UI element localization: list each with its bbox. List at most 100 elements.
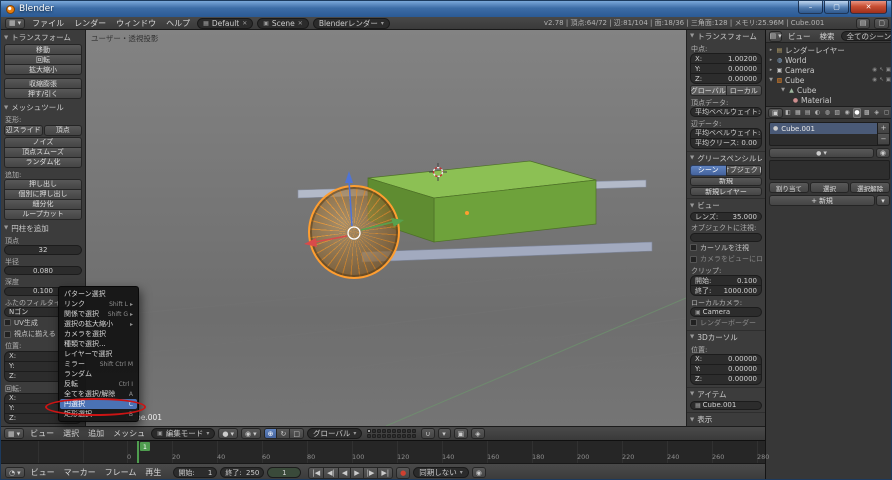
tab-particles[interactable]: ◈ — [872, 108, 881, 118]
lock-camera-to-view-checkbox[interactable]: カメラをビューにロ.. — [690, 254, 762, 264]
tab-render[interactable]: ◧ — [784, 108, 793, 118]
menu-item-select-by-type[interactable]: 種類で選択... — [60, 339, 137, 349]
lock-to-cursor-checkbox[interactable]: カーソルを注視 — [690, 243, 762, 253]
local-button[interactable]: ローカル — [726, 85, 763, 96]
editor-type-icon[interactable]: ▦▾ — [5, 18, 25, 29]
layers-widget[interactable] — [367, 429, 416, 438]
scale-button[interactable]: 拡大縮小 — [4, 64, 82, 75]
render-engine-selector[interactable]: Blenderレンダー▾ — [313, 18, 390, 29]
add-slot-button[interactable]: + — [878, 123, 889, 134]
selectability-icon[interactable]: ↖ — [879, 67, 884, 73]
outliner-row-material[interactable]: ●Material — [768, 95, 891, 105]
panel-header-display[interactable]: ▼表示 — [690, 414, 762, 425]
panel-header-transform[interactable]: ▼トランスフォーム — [4, 32, 82, 43]
render-border-checkbox[interactable]: レンダーボーダー — [690, 318, 762, 328]
edge-bevel-weight-field[interactable]: 平均ベベルウェイト:0.00 — [690, 128, 762, 139]
tab-object-data[interactable]: ◉ — [843, 108, 852, 118]
outliner-menu-view[interactable]: ビュー — [785, 31, 814, 42]
renderability-icon[interactable]: ▣ — [886, 77, 891, 83]
timeline-editor-button[interactable]: ◔▾ — [5, 467, 25, 478]
remove-slot-button[interactable]: − — [878, 134, 889, 145]
close-button[interactable]: ✕ — [850, 1, 887, 14]
push-pull-button[interactable]: 押す/引く — [4, 88, 82, 99]
lock-to-object-field[interactable] — [690, 233, 762, 242]
frame-start-field[interactable]: 開始:1 — [173, 467, 217, 478]
tab-material[interactable]: ● — [853, 108, 862, 118]
outliner-row-cube-object[interactable]: ▼▧Cube ◉↖▣ — [768, 75, 891, 85]
tab-object[interactable]: ◍ — [823, 108, 832, 118]
mean-crease-field[interactable]: 平均クリース:0.00 — [690, 138, 762, 149]
menu-window[interactable]: ウィンドウ — [113, 18, 159, 29]
gp-new-layer-button[interactable]: 新規レイヤー — [690, 187, 762, 196]
expand-icon[interactable]: ▸ — [768, 57, 774, 63]
menu-item-random[interactable]: ランダム — [60, 369, 137, 379]
record-button[interactable]: ● — [396, 467, 410, 479]
radius-field[interactable]: 0.080 — [4, 266, 82, 275]
outliner-scope-dropdown[interactable]: 全てのシーン — [841, 31, 892, 41]
panel-header-mesh-tools[interactable]: ▼メッシュツール — [4, 102, 82, 113]
panel-header-view[interactable]: ▼ビュー — [690, 200, 762, 211]
local-camera-field[interactable]: ▣Camera — [690, 307, 762, 316]
menu-item-select-by-layer[interactable]: レイヤーで選択 — [60, 349, 137, 359]
select-button[interactable]: 選択 — [810, 182, 850, 193]
maximize-button[interactable]: ▢ — [824, 1, 849, 14]
outliner-row-cube-mesh[interactable]: ▼▲Cube — [768, 85, 891, 95]
manipulator-scale-button[interactable]: □ — [289, 428, 304, 439]
visibility-eye-icon[interactable]: ◉ — [872, 67, 877, 73]
renderability-icon[interactable]: ▣ — [886, 67, 891, 73]
panel-header-grease-pencil[interactable]: ▼グリースペンシルレイヤー — [690, 153, 762, 164]
pivot-point-dropdown[interactable]: ◉▾ — [241, 428, 261, 439]
cursor-z-field[interactable]: Z:0.00000 — [690, 374, 762, 385]
selectability-icon[interactable]: ↖ — [879, 77, 884, 83]
gp-new-button[interactable]: 新規 — [690, 177, 762, 186]
timeline-menu-playback[interactable]: 再生 — [142, 467, 164, 478]
panel-header-transform-n[interactable]: ▼トランスフォーム — [690, 31, 762, 42]
window-layout-icon[interactable]: ▤ — [856, 18, 871, 29]
snap-element-dropdown[interactable]: ▾ — [438, 428, 451, 439]
frame-end-field[interactable]: 終了:250 — [220, 467, 264, 478]
mode-dropdown[interactable]: ▣編集モード▾ — [151, 428, 215, 439]
tab-scene[interactable]: ▤ — [803, 108, 812, 118]
keying-set-button[interactable]: ◉ — [472, 467, 486, 478]
expand-icon[interactable]: ▼ — [768, 77, 774, 83]
timeline-menu-marker[interactable]: マーカー — [61, 467, 99, 478]
viewport-shading-dropdown[interactable]: ●▾ — [218, 428, 238, 439]
median-z-field[interactable]: Z:0.00000 — [690, 73, 762, 84]
panel-header-add-cylinder[interactable]: ▼円柱を追加 — [4, 223, 82, 234]
gp-object-button[interactable]: オブジェクト — [726, 165, 763, 176]
tab-texture[interactable]: ▩ — [862, 108, 871, 118]
menu-file[interactable]: ファイル — [29, 18, 67, 29]
close-icon[interactable]: ✕ — [298, 20, 303, 27]
sync-dropdown[interactable]: 同期しない▾ — [413, 467, 469, 478]
play-button[interactable]: ▶ — [350, 467, 363, 479]
window-titlebar[interactable]: Blender – ▢ ✕ — [1, 1, 892, 17]
screen-layout-selector[interactable]: ▦Default✕ — [197, 18, 253, 29]
timeline-ruler[interactable]: 0 20 40 60 80 100 120 140 160 180 200 22… — [1, 440, 765, 463]
cursor-3d[interactable] — [429, 163, 447, 181]
global-button[interactable]: グローバル — [690, 85, 727, 96]
jump-to-start-button[interactable]: |◀ — [308, 467, 324, 479]
properties-editor-icon[interactable]: ▣ — [768, 108, 783, 118]
edge-slide-button[interactable]: 辺スライド — [4, 125, 43, 136]
tab-modifiers[interactable]: ▧ — [833, 108, 842, 118]
outliner-row-world[interactable]: ▸◍World — [768, 55, 891, 65]
window-split-icon[interactable]: ▢ — [874, 18, 889, 29]
outliner-editor-icon[interactable]: ▤▾ — [769, 31, 782, 42]
outliner-row-render-layers[interactable]: ▸▤レンダーレイヤー — [768, 45, 891, 55]
next-keyframe-button[interactable]: |▶ — [363, 467, 379, 479]
menu-mesh[interactable]: メッシュ — [110, 428, 148, 439]
vertex-slide-button[interactable]: 頂点 — [44, 125, 83, 136]
outliner-menu-search[interactable]: 検索 — [817, 31, 838, 42]
menu-render[interactable]: レンダー — [71, 18, 109, 29]
material-slot-row[interactable]: ●Cube.001 — [770, 123, 877, 134]
smooth-vertex-button[interactable]: 頂点スムーズ — [4, 147, 82, 158]
manipulator-rotate-button[interactable]: ↻ — [276, 428, 290, 439]
manipulator-translate-button[interactable]: ⊕ — [264, 428, 278, 439]
expand-icon[interactable]: ▼ — [780, 87, 786, 93]
expand-icon[interactable]: ▸ — [768, 47, 774, 53]
deselect-button[interactable]: 選択解除 — [850, 182, 890, 193]
outliner-row-camera[interactable]: ▸▣Camera ◉↖▣ — [768, 65, 891, 75]
timeline-menu-view[interactable]: ビュー — [28, 467, 58, 478]
scene-selector[interactable]: ▣Scene✕ — [257, 18, 309, 29]
new-material-button[interactable]: +新規 — [769, 195, 875, 206]
